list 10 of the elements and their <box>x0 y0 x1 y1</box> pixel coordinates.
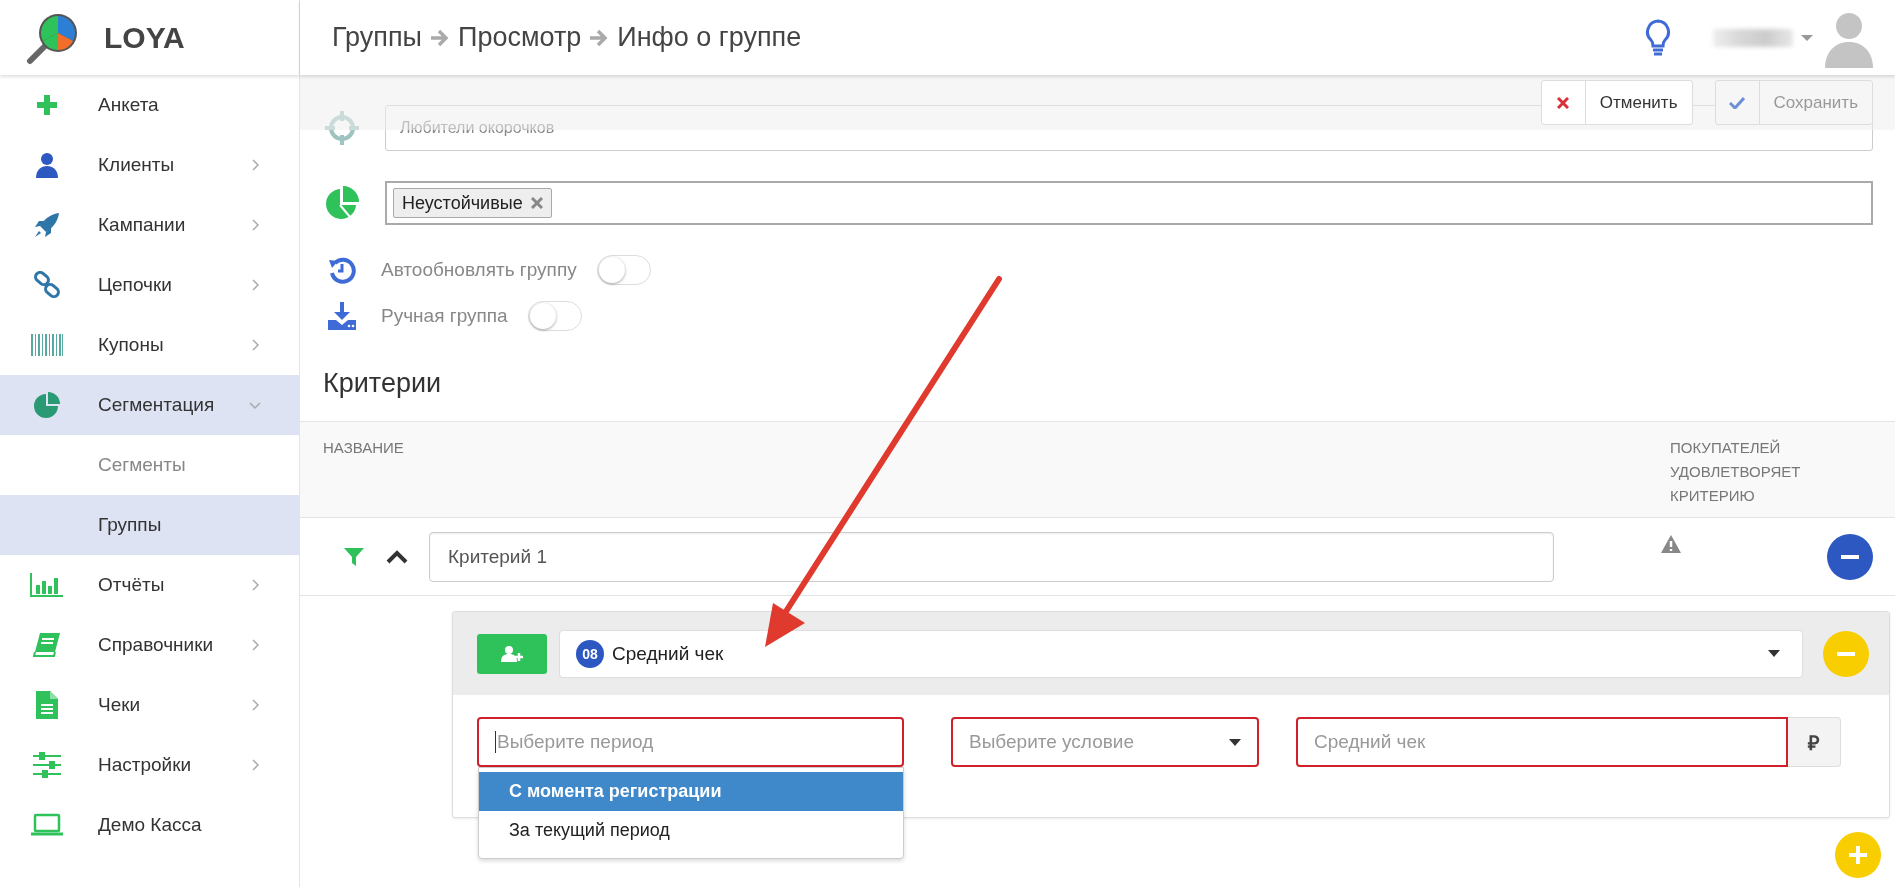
number-badge: 08 <box>576 639 604 668</box>
segment-tag: Неустойчивые <box>393 188 552 218</box>
column-header: НАЗВАНИЕ <box>323 438 405 458</box>
column-header: ПОКУПАТЕЛЕЙ УДОВЛЕТВОРЯЕТ КРИТЕРИЮ <box>1670 438 1802 506</box>
toggle-label: Ручная группа <box>381 305 508 327</box>
section-heading: Критерии <box>323 367 443 400</box>
page-title: Инфо о группе <box>617 22 802 53</box>
toggle-label: Автообновлять группу <box>381 259 577 281</box>
currency-addon: ₽ <box>1788 717 1841 767</box>
logo-text: LOYA <box>104 20 185 55</box>
